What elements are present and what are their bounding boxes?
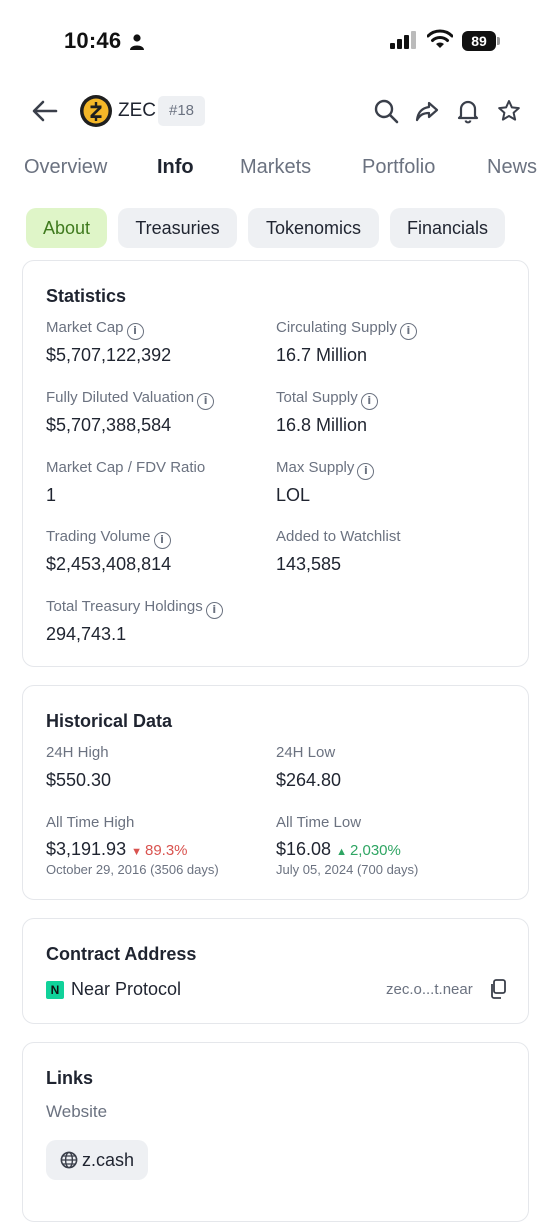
mc-fdv-ratio-value: 1 <box>46 485 57 505</box>
contract-address-card: Contract Address N Near Protocol zec.o..… <box>22 918 529 1024</box>
info-icon[interactable]: i <box>197 393 215 410</box>
near-protocol-icon: N <box>46 981 64 999</box>
market-cap-label: Market Cap i <box>46 319 144 340</box>
statistics-title: Statistics <box>46 286 127 306</box>
subtab-treasuries[interactable]: Treasuries <box>118 208 237 248</box>
watchlist-label: Added to Watchlist <box>276 528 401 545</box>
coin-header: ZEC #18 <box>0 88 553 134</box>
back-arrow-icon[interactable] <box>28 96 62 126</box>
trading-volume-label: Trading Volume i <box>46 528 171 549</box>
info-icon[interactable]: i <box>399 323 417 340</box>
info-icon[interactable]: i <box>126 323 144 340</box>
contract-title: Contract Address <box>46 944 197 964</box>
bell-icon[interactable] <box>455 98 481 124</box>
down-triangle-icon: ▼ <box>131 846 142 858</box>
treasury-value: 294,743.1 <box>46 624 127 644</box>
subtab-financials[interactable]: Financials <box>390 208 505 248</box>
ath-label: All Time High <box>46 814 135 831</box>
info-icon[interactable]: i <box>205 602 223 619</box>
tab-overview[interactable]: Overview <box>24 156 107 179</box>
info-icon[interactable]: i <box>357 463 375 480</box>
contract-network: Near Protocol <box>71 979 182 999</box>
cellular-signal-icon <box>390 31 416 49</box>
links-card: Links Website z.cash <box>22 1042 529 1222</box>
historical-data-card: Historical Data 24H High $550.30 24H Low… <box>22 685 529 900</box>
globe-icon <box>60 1151 78 1169</box>
high-24h-value: $550.30 <box>46 770 112 790</box>
watchlist-value: 143,585 <box>276 554 342 574</box>
subtab-tokenomics[interactable]: Tokenomics <box>248 208 379 248</box>
market-cap-value: $5,707,122,392 <box>46 345 172 365</box>
statistics-card: Statistics Market Cap i $5,707,122,392 Ci… <box>22 260 529 667</box>
historical-title: Historical Data <box>46 711 173 731</box>
coin-symbol: ZEC <box>118 100 156 121</box>
battery-tip <box>497 37 500 45</box>
mc-fdv-ratio-label: Market Cap / FDV Ratio <box>46 459 206 476</box>
atl-date: July 05, 2024 (700 days) <box>276 862 419 877</box>
contract-address[interactable]: zec.o...t.near <box>386 981 473 998</box>
tab-markets[interactable]: Markets <box>240 156 311 179</box>
zec-logo-icon <box>80 95 112 127</box>
star-icon[interactable] <box>496 98 522 124</box>
ath-value: $3,191.93 <box>46 839 127 859</box>
copy-icon[interactable] <box>489 979 507 999</box>
search-icon[interactable] <box>373 98 399 124</box>
tab-news[interactable]: News <box>487 156 537 179</box>
info-icon[interactable]: i <box>153 532 171 549</box>
fdv-label: Fully Diluted Valuation i <box>46 389 215 410</box>
tab-info[interactable]: Info <box>157 156 194 179</box>
low-24h-value: $264.80 <box>276 770 342 790</box>
high-24h-label: 24H High <box>46 744 109 761</box>
website-url: z.cash <box>82 1150 135 1170</box>
person-icon <box>130 34 144 50</box>
total-supply-label: Total Supply i <box>276 389 378 410</box>
ath-row: $3,191.93 ▼ 89.3% <box>46 839 188 860</box>
wifi-icon <box>427 29 453 48</box>
circulating-supply-value: 16.7 Million <box>276 345 368 365</box>
share-icon[interactable] <box>414 98 440 124</box>
atl-change: ▲ 2,030% <box>336 842 401 859</box>
website-link[interactable]: z.cash <box>46 1140 149 1180</box>
status-time: 10:46 <box>64 28 122 53</box>
treasury-label: Total Treasury Holdings i <box>46 598 223 619</box>
max-supply-value: LOL <box>276 485 311 505</box>
atl-label: All Time Low <box>276 814 362 831</box>
fdv-value: $5,707,388,584 <box>46 415 172 435</box>
circulating-supply-label: Circulating Supply i <box>276 319 417 340</box>
ath-change: ▼ 89.3% <box>131 842 188 859</box>
trading-volume-value: $2,453,408,814 <box>46 554 172 574</box>
rank-badge: #18 <box>158 96 206 126</box>
subtab-about[interactable]: About <box>26 208 107 248</box>
total-supply-value: 16.8 Million <box>276 415 368 435</box>
max-supply-label: Max Supply i <box>276 459 375 480</box>
atl-row: $16.08 ▲ 2,030% <box>276 839 401 860</box>
up-triangle-icon: ▲ <box>336 846 347 858</box>
website-label: Website <box>46 1102 108 1121</box>
ath-date: October 29, 2016 (3506 days) <box>46 862 219 877</box>
battery-level: 89 <box>462 31 496 51</box>
tab-portfolio[interactable]: Portfolio <box>362 156 435 179</box>
battery-icon: 89 <box>462 31 500 51</box>
low-24h-label: 24H Low <box>276 744 336 761</box>
status-bar: 10:46 89 <box>0 0 553 80</box>
info-icon[interactable]: i <box>360 393 378 410</box>
links-title: Links <box>46 1068 94 1088</box>
atl-value: $16.08 <box>276 839 332 859</box>
